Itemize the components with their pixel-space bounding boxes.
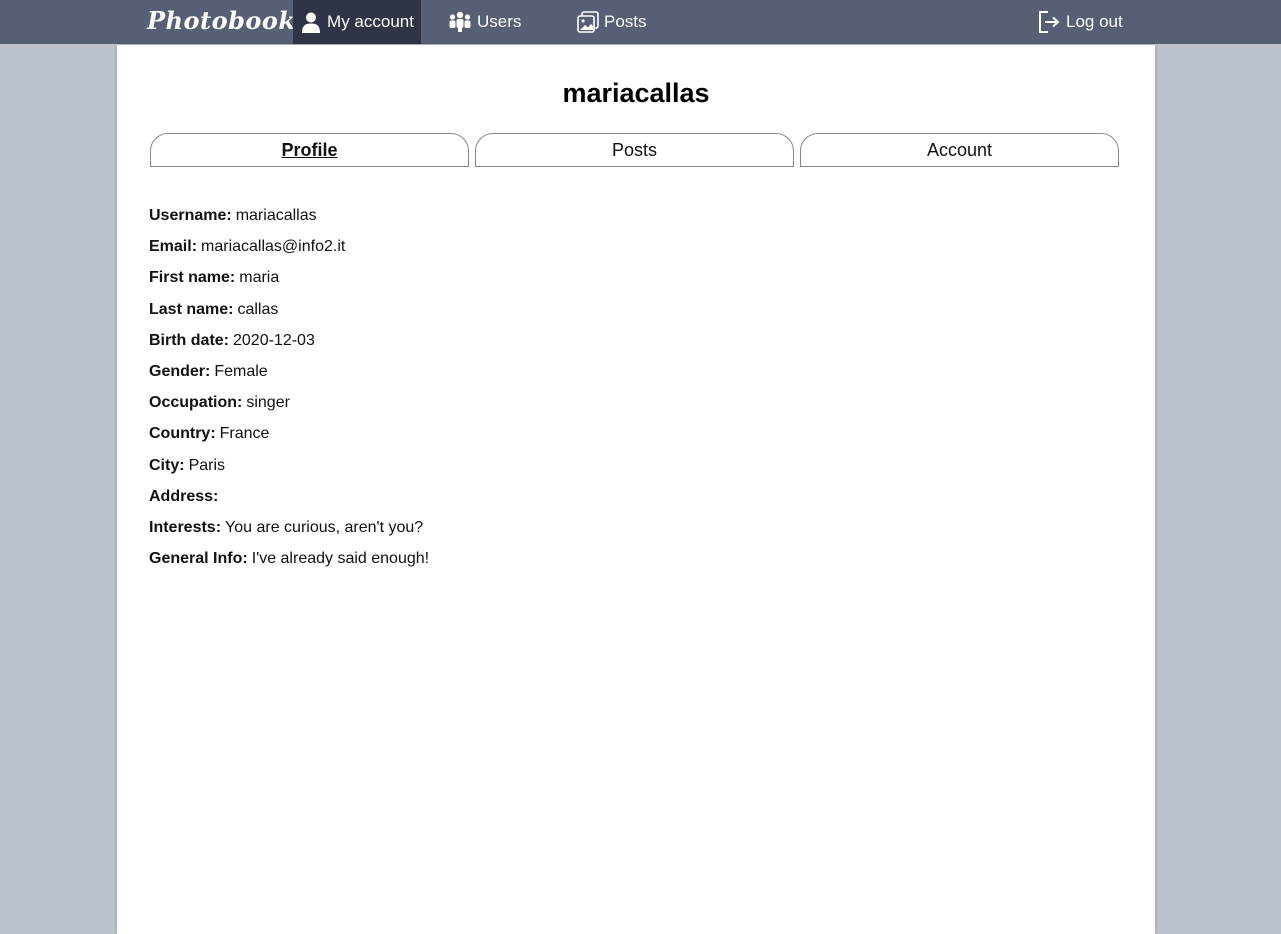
- nav-posts-label: Posts: [604, 12, 647, 31]
- field-label: Interests:: [149, 518, 222, 536]
- field-value: I've already said enough!: [251, 550, 430, 568]
- nav-log-out[interactable]: Log out: [1037, 0, 1129, 44]
- field-email: Email: mariacallas@info2.it: [149, 231, 429, 262]
- profile-panel: mariacallas Profile Posts Account Userna…: [117, 45, 1155, 934]
- brand-logo[interactable]: Photobook: [147, 6, 296, 35]
- field-value: maria: [239, 269, 280, 287]
- field-gender: Gender: Female: [149, 356, 429, 387]
- field-value: You are curious, aren't you?: [225, 518, 424, 536]
- nav-users[interactable]: Users: [448, 0, 528, 44]
- top-navbar: Photobook My account Users Posts Log out: [0, 0, 1281, 44]
- profile-fields: Username: mariacallas Email: mariacallas@i…: [149, 200, 429, 574]
- field-label: Birth date:: [149, 331, 229, 349]
- field-value: singer: [246, 394, 290, 412]
- nav-my-account-label: My account: [327, 12, 414, 31]
- field-label: Address:: [149, 487, 219, 505]
- field-first-name: First name: maria: [149, 262, 429, 293]
- field-occupation: Occupation: singer: [149, 387, 429, 418]
- user-icon: [300, 11, 322, 33]
- field-country: Country: France: [149, 418, 429, 449]
- field-username: Username: mariacallas: [149, 200, 429, 231]
- field-label: Username:: [149, 207, 232, 224]
- field-value: 2020-12-03: [233, 331, 315, 349]
- tab-profile[interactable]: Profile: [150, 133, 469, 167]
- tab-posts[interactable]: Posts: [475, 133, 794, 167]
- nav-users-label: Users: [477, 12, 522, 31]
- field-label: Occupation:: [149, 394, 243, 412]
- field-value: mariacallas: [235, 207, 317, 224]
- field-last-name: Last name: callas: [149, 294, 429, 325]
- field-value: callas: [237, 300, 279, 318]
- field-label: Country:: [149, 425, 216, 443]
- field-birth-date: Birth date: 2020-12-03: [149, 325, 429, 356]
- field-value: Paris: [188, 456, 226, 474]
- field-label: General Info:: [149, 550, 248, 568]
- field-label: Last name:: [149, 300, 234, 318]
- field-label: First name:: [149, 269, 236, 287]
- field-value: Female: [214, 362, 268, 380]
- field-city: City: Paris: [149, 450, 429, 481]
- page-title: mariacallas: [562, 78, 710, 108]
- users-icon: [448, 11, 472, 33]
- field-value: France: [219, 425, 270, 443]
- field-label: City:: [149, 456, 185, 474]
- nav-log-out-label: Log out: [1066, 12, 1123, 31]
- field-label: Gender:: [149, 362, 211, 380]
- field-address: Address:: [149, 481, 429, 512]
- field-label: Email:: [149, 238, 198, 256]
- field-general-info: General Info: I've already said enough!: [149, 543, 429, 574]
- images-icon: [577, 11, 599, 33]
- field-interests: Interests: You are curious, aren't you?: [149, 512, 429, 543]
- nav-posts[interactable]: Posts: [577, 0, 657, 44]
- field-value: mariacallas@info2.it: [201, 238, 346, 256]
- tab-account[interactable]: Account: [800, 133, 1119, 167]
- logout-icon: [1037, 10, 1061, 34]
- nav-my-account[interactable]: My account: [293, 0, 421, 44]
